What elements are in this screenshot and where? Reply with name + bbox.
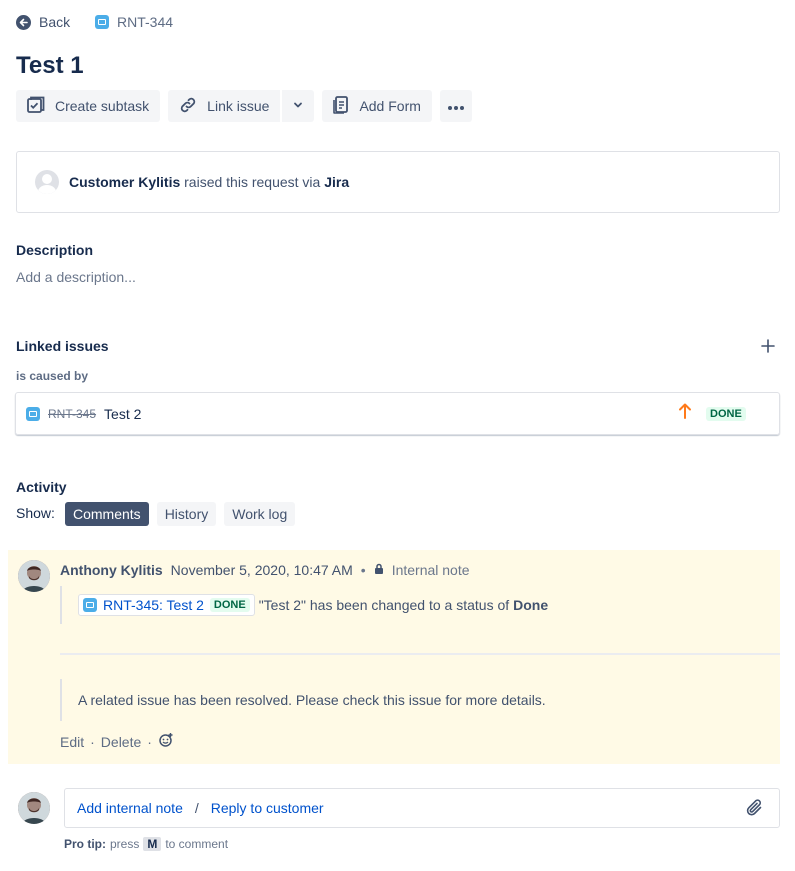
priority-high-icon	[678, 402, 692, 423]
comment-internal-note: Anthony Kylitis November 5, 2020, 10:47 …	[8, 550, 780, 764]
linked-issue-title[interactable]: Test 2	[104, 406, 141, 422]
comment-divider	[60, 653, 780, 655]
chip-issue-label: RNT-345: Test 2	[103, 597, 204, 613]
customer-avatar	[35, 170, 59, 194]
linked-issue-row[interactable]: RNT-345 Test 2 DONE	[15, 392, 780, 435]
action-separator: ·	[90, 733, 95, 750]
comment-actions: Edit · Delete ·	[60, 732, 174, 751]
more-icon	[447, 98, 465, 114]
linked-issue-key[interactable]: RNT-345	[48, 407, 96, 421]
avatar	[18, 792, 50, 824]
status-badge: DONE	[209, 598, 250, 612]
page-title[interactable]: Test 1	[16, 52, 84, 80]
request-origin-card: Customer Kylitis raised this request via…	[16, 151, 780, 213]
avatar[interactable]	[18, 560, 50, 592]
plus-icon	[760, 339, 776, 357]
reply-to-customer-link[interactable]: Reply to customer	[211, 800, 324, 816]
issue-type-icon	[95, 15, 109, 29]
description-field[interactable]: Add a description...	[16, 269, 136, 285]
protip-label: Pro tip:	[64, 837, 106, 851]
pro-tip: Pro tip: press M to comment	[64, 837, 228, 851]
link-issue-label: Link issue	[207, 98, 270, 114]
lock-icon	[374, 562, 384, 578]
add-form-label: Add Form	[359, 98, 421, 114]
comment-body: A related issue has been resolved. Pleas…	[60, 679, 546, 721]
comment-author[interactable]: Anthony Kylitis	[60, 562, 163, 578]
linked-issue-chip[interactable]: RNT-345: Test 2 DONE	[78, 594, 255, 616]
add-reaction-icon[interactable]	[158, 732, 174, 751]
subtask-icon	[27, 96, 45, 117]
breadcrumb[interactable]: RNT-344	[95, 14, 173, 30]
status-badge: DONE	[706, 407, 746, 421]
link-icon	[179, 96, 197, 117]
shortcut-key: M	[143, 837, 162, 851]
request-origin-text: Customer Kylitis raised this request via…	[69, 174, 349, 190]
issue-type-icon	[83, 598, 97, 612]
protip-press: press	[110, 837, 140, 851]
tab-comments[interactable]: Comments	[65, 502, 149, 526]
request-middle-text: raised this request via	[180, 174, 325, 190]
create-subtask-button[interactable]: Create subtask	[16, 90, 161, 122]
arrow-left-icon	[16, 14, 31, 30]
comment-composer[interactable]: Add internal note / Reply to customer	[64, 788, 780, 828]
breadcrumb-issue-key[interactable]: RNT-344	[117, 14, 173, 30]
back-label: Back	[39, 14, 71, 30]
request-channel: Jira	[324, 174, 350, 190]
delete-comment-link[interactable]: Delete	[101, 734, 141, 750]
activity-heading: Activity	[16, 479, 67, 495]
form-icon	[333, 95, 349, 117]
comment-meta: Anthony Kylitis November 5, 2020, 10:47 …	[60, 562, 470, 578]
issue-type-icon	[26, 406, 40, 421]
show-label: Show:	[16, 505, 55, 521]
meta-separator: •	[360, 562, 366, 578]
add-form-button[interactable]: Add Form	[322, 90, 432, 122]
status-change-quote: RNT-345: Test 2 DONE "Test 2" has been c…	[60, 586, 780, 624]
add-internal-note-link[interactable]: Add internal note	[77, 800, 183, 816]
customer-name[interactable]: Customer Kylitis	[69, 174, 180, 190]
more-actions-button[interactable]	[439, 90, 472, 122]
visibility-label: Internal note	[391, 562, 470, 578]
link-issue-button[interactable]: Link issue	[168, 90, 280, 122]
back-link[interactable]: Back	[16, 14, 70, 30]
tab-work-log[interactable]: Work log	[224, 502, 296, 526]
description-heading: Description	[16, 242, 94, 258]
new-status: Done	[513, 597, 549, 613]
issue-toolbar: Create subtask Link issue Add Form	[16, 90, 472, 122]
chevron-down-icon	[292, 98, 304, 114]
activity-tabs: Comments History Work log	[65, 502, 296, 526]
add-linked-issue-button[interactable]	[760, 338, 776, 354]
edit-comment-link[interactable]: Edit	[60, 734, 84, 750]
attachment-icon[interactable]	[745, 798, 765, 821]
tab-history[interactable]: History	[156, 502, 217, 526]
protip-suffix: to comment	[165, 837, 229, 851]
composer-separator: /	[194, 800, 199, 816]
link-relation-label: is caused by	[16, 369, 89, 383]
linked-issues-heading: Linked issues	[16, 338, 109, 354]
action-separator: ·	[147, 733, 152, 750]
create-subtask-label: Create subtask	[55, 98, 150, 114]
status-change-text: "Test 2" has been changed to a status of	[258, 597, 510, 613]
comment-timestamp[interactable]: November 5, 2020, 10:47 AM	[171, 562, 353, 578]
link-issue-group: Link issue	[168, 90, 315, 122]
link-issue-dropdown[interactable]	[282, 90, 314, 122]
